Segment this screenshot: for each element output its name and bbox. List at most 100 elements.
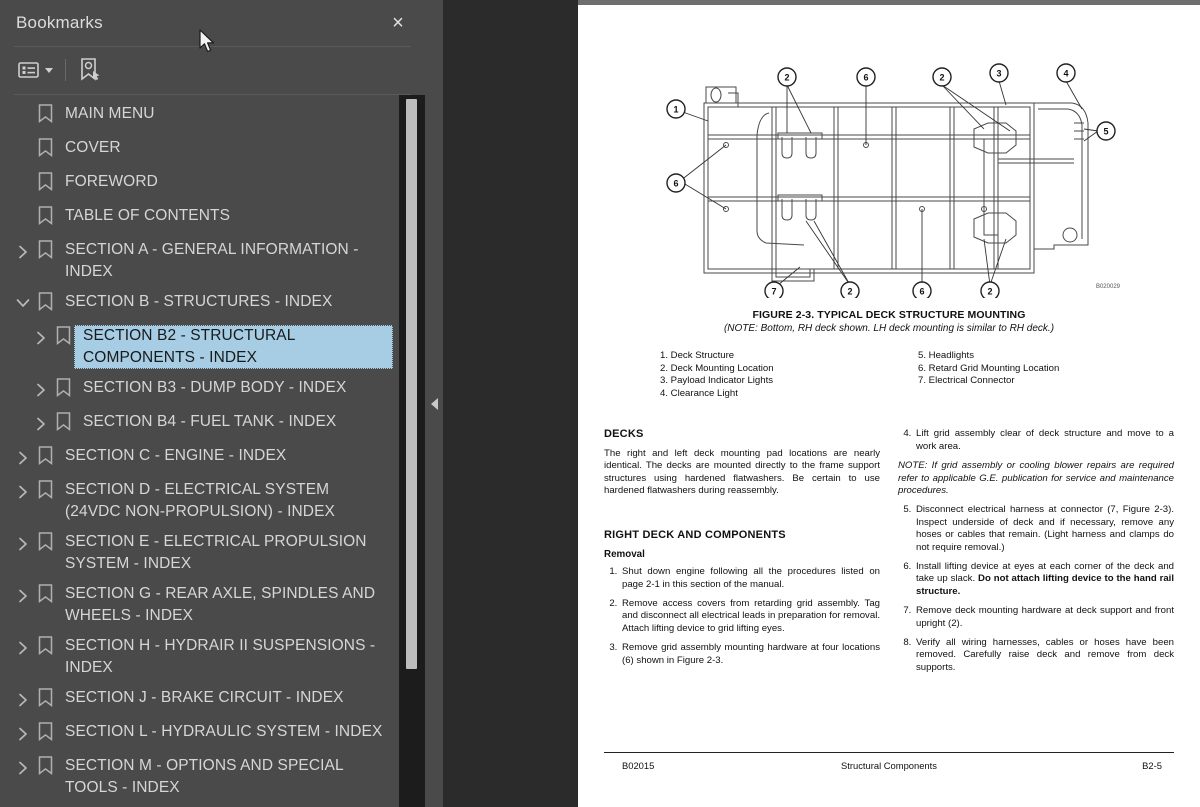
bookmark-item[interactable]: SECTION L - HYDRAULIC SYSTEM - INDEX [0, 717, 399, 751]
list-options-icon[interactable] [16, 55, 57, 85]
bookmark-item[interactable]: SECTION C - ENGINE - INDEX [0, 441, 399, 475]
svg-text:6: 6 [863, 73, 868, 83]
bookmark-item-label: SECTION B4 - FUEL TANK - INDEX [83, 412, 337, 430]
bookmark-icon [34, 636, 56, 660]
bookmarks-panel-header: Bookmarks × [0, 0, 425, 46]
svg-text:6: 6 [919, 287, 924, 297]
legend-entry: 6. Retard Grid Mounting Location [918, 362, 1060, 374]
chevron-right-icon[interactable] [12, 481, 34, 503]
step-6: Install lifting device at eyes at each c… [914, 561, 1174, 598]
bookmark-item[interactable]: SECTION D - ELECTRICAL SYSTEM (24VDC NON… [0, 475, 399, 527]
bookmark-icon [52, 378, 74, 402]
pdf-page: 1 6 2 6 2 3 4 5 7 2 6 2 B020029 FIGURE 2… [578, 0, 1200, 807]
figure-block: 1 6 2 6 2 3 4 5 7 2 6 2 B020029 FIGURE 2… [604, 5, 1174, 400]
footer-doc-number: B02015 [622, 760, 655, 771]
removal-steps-right-b: Disconnect electrical harness at connect… [898, 504, 1174, 674]
chevron-right-icon[interactable] [12, 689, 34, 711]
chevron-right-icon[interactable] [12, 637, 34, 659]
chevron-right-icon[interactable] [12, 447, 34, 469]
bookmark-item-label: SECTION M - OPTIONS AND SPECIAL TOOLS - … [65, 756, 344, 796]
twisty-placeholder [12, 207, 34, 229]
figure-legend-right: 5. Headlights 6. Retard Grid Mounting Loc… [896, 350, 1132, 400]
bookmark-item[interactable]: FOREWORD [0, 167, 399, 201]
bookmark-icon [34, 756, 56, 780]
bookmark-icon [34, 206, 56, 230]
chevron-right-icon[interactable] [12, 757, 34, 779]
bookmark-item[interactable]: SECTION G - REAR AXLE, SPINDLES AND WHEE… [0, 579, 399, 631]
step-4: Lift grid assembly clear of deck structu… [914, 428, 1174, 453]
drawing-number: B020029 [1096, 284, 1121, 290]
bookmark-item-label: SECTION G - REAR AXLE, SPINDLES AND WHEE… [65, 584, 376, 624]
legend-entry: 1. Deck Structure [660, 350, 735, 361]
bookmark-item-label: COVER [65, 138, 121, 156]
twisty-placeholder [12, 173, 34, 195]
bookmark-item[interactable]: SECTION E - ELECTRICAL PROPULSION SYSTEM… [0, 527, 399, 579]
bookmark-item-label: SECTION J - BRAKE CIRCUIT - INDEX [65, 688, 344, 706]
removal-step: Remove grid assembly mounting hardware a… [620, 642, 880, 667]
legend-entry: 7. Electrical Connector [918, 375, 1015, 387]
bookmark-icon [34, 292, 56, 316]
bookmark-item[interactable]: SECTION A - GENERAL INFORMATION - INDEX [0, 235, 399, 287]
svg-text:2: 2 [784, 73, 789, 83]
svg-text:7: 7 [771, 287, 776, 297]
close-icon[interactable]: × [385, 10, 411, 36]
bookmark-item-label: MAIN MENU [65, 104, 155, 122]
bookmark-item[interactable]: SECTION B2 - STRUCTURAL COMPONENTS - IND… [0, 321, 399, 373]
bookmark-item[interactable]: COVER [0, 133, 399, 167]
bookmark-item-label: SECTION E - ELECTRICAL PROPULSION SYSTEM… [65, 532, 367, 572]
scrollbar-thumb[interactable] [406, 98, 417, 669]
bookmark-icon [34, 722, 56, 746]
right-deck-heading: RIGHT DECK AND COMPONENTS [604, 529, 786, 542]
document-viewer: 1 6 2 6 2 3 4 5 7 2 6 2 B020029 FIGURE 2… [425, 0, 1200, 807]
svg-text:4: 4 [1063, 69, 1068, 79]
bookmark-item[interactable]: TABLE OF CONTENTS [0, 201, 399, 235]
bookmark-icon [34, 240, 56, 264]
bookmark-item[interactable]: SECTION N - CAB COMPONENTS - INDEX [0, 803, 399, 807]
bookmark-item-label: SECTION H - HYDRAIR II SUSPENSIONS - IND… [65, 636, 376, 676]
bookmark-item-label: SECTION D - ELECTRICAL SYSTEM (24VDC NON… [65, 480, 335, 520]
removal-step: Shut down engine following all the proce… [620, 566, 880, 591]
bookmark-icon [34, 532, 56, 556]
chevron-right-icon[interactable] [12, 533, 34, 555]
chevron-right-icon[interactable] [30, 413, 52, 435]
bookmark-icon [52, 326, 74, 350]
body-column-right: Lift grid assembly clear of deck structu… [898, 428, 1174, 681]
new-bookmark-icon[interactable] [78, 55, 102, 85]
svg-text:6: 6 [673, 179, 678, 189]
bookmark-icon [34, 172, 56, 196]
pdf-viewer-window: Bookmarks × MAIN MENU COVER FOREWORD TAB… [0, 0, 1200, 807]
legend-entry: 4. Clearance Light [660, 387, 738, 399]
svg-text:1: 1 [673, 105, 678, 115]
chevron-right-icon[interactable] [12, 723, 34, 745]
bookmarks-panel-title: Bookmarks [16, 13, 103, 32]
bookmark-item[interactable]: SECTION B4 - FUEL TANK - INDEX [0, 407, 399, 441]
body-columns: DECKS The right and left deck mounting p… [604, 428, 1174, 681]
svg-text:2: 2 [847, 287, 852, 297]
bookmark-item[interactable]: SECTION H - HYDRAIR II SUSPENSIONS - IND… [0, 631, 399, 683]
chevron-down-icon[interactable] [12, 293, 34, 315]
figure-note: (NOTE: Bottom, RH deck shown. LH deck mo… [723, 323, 1055, 334]
panel-collapse-handle[interactable] [425, 0, 443, 807]
chevron-right-icon[interactable] [12, 585, 34, 607]
bookmark-icon [34, 138, 56, 162]
chevron-down-icon[interactable] [45, 67, 53, 73]
bookmark-item-label: SECTION L - HYDRAULIC SYSTEM - INDEX [65, 722, 383, 740]
svg-text:5: 5 [1103, 127, 1108, 137]
svg-text:2: 2 [987, 287, 992, 297]
bookmark-item-label: FOREWORD [65, 172, 158, 190]
bookmark-item-label: SECTION B2 - STRUCTURAL COMPONENTS - IND… [74, 324, 393, 369]
bookmarks-scrollbar[interactable] [399, 94, 425, 807]
bookmark-item[interactable]: SECTION M - OPTIONS AND SPECIAL TOOLS - … [0, 751, 399, 803]
bookmark-item[interactable]: SECTION J - BRAKE CIRCUIT - INDEX [0, 683, 399, 717]
bookmark-item[interactable]: SECTION B3 - DUMP BODY - INDEX [0, 373, 399, 407]
chevron-right-icon[interactable] [30, 327, 52, 349]
bookmark-item[interactable]: MAIN MENU [0, 99, 399, 133]
bookmarks-scroll-region: MAIN MENU COVER FOREWORD TABLE OF CONTENTS S… [0, 94, 425, 807]
decks-paragraph: The right and left deck mounting pad loc… [604, 447, 880, 496]
chevron-right-icon[interactable] [12, 241, 34, 263]
removal-steps-left: Shut down engine following all the proce… [604, 566, 880, 667]
bookmark-icon [34, 480, 56, 504]
chevron-right-icon[interactable] [30, 379, 52, 401]
bookmark-item-label: SECTION C - ENGINE - INDEX [65, 446, 287, 464]
bookmark-item[interactable]: SECTION B - STRUCTURES - INDEX [0, 287, 399, 321]
